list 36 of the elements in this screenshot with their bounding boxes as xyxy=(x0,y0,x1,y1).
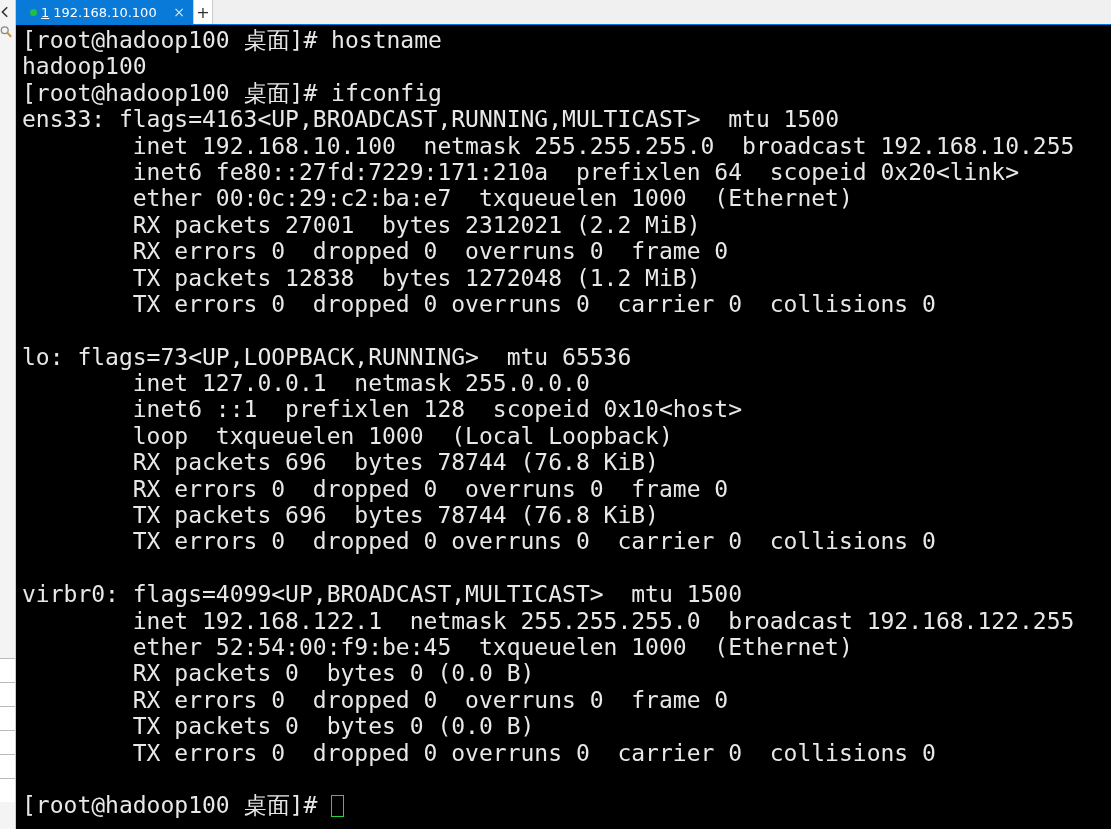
terminal-output-line: lo: flags=73<UP,LOOPBACK,RUNNING> mtu 65536 xyxy=(22,343,632,371)
tab-number: 1 xyxy=(41,4,50,20)
terminal-output-line: ether 00:0c:29:c2:ba:e7 txqueuelen 1000 (Ethernet) xyxy=(132,185,853,212)
terminal-output-line: loop txqueuelen 1000 (Local Loopback) xyxy=(132,422,673,450)
terminal-output-line: inet6 fe80::27fd:7229:171:210a prefixlen 64 scopeid 0x20<link> xyxy=(132,158,1019,186)
terminal-output-line: ether 52:54:00:f9:be:45 txqueuelen 1000 (Ethernet) xyxy=(132,634,853,661)
terminal-output-line: inet6 ::1 prefixlen 128 scopeid 0x10<host> xyxy=(132,396,743,423)
shell-prompt: [root@hadoop100 桌面]# xyxy=(22,79,318,107)
terminal-output-line: virbr0: flags=4099<UP,BROADCAST,MULTICAST> mtu 1500 xyxy=(22,581,743,608)
shell-command: ifconfig xyxy=(331,79,442,107)
close-button[interactable]: × xyxy=(173,4,185,20)
terminal-output-line: TX packets 0 bytes 0 (0.0 B) xyxy=(132,713,535,740)
terminal-output-line: TX errors 0 dropped 0 overruns 0 carrier 0 collisions 0 xyxy=(132,528,936,555)
chevron-icon[interactable] xyxy=(0,5,8,19)
terminal-output-line: TX errors 0 dropped 0 overruns 0 carrier 0 collisions 0 xyxy=(132,739,936,766)
terminal-output-line: hadoop100 xyxy=(22,53,147,80)
terminal-output-line: TX packets 696 bytes 78744 (76.8 KiB) xyxy=(132,502,659,529)
terminal-output-line: RX errors 0 dropped 0 overruns 0 frame 0 xyxy=(132,238,729,265)
terminal-output-line: RX errors 0 dropped 0 overruns 0 frame 0 xyxy=(132,686,729,714)
shell-prompt: [root@hadoop100 桌面]# xyxy=(22,27,318,54)
new-tab-button[interactable]: + xyxy=(193,0,213,24)
tab-title: 192.168.10.100 xyxy=(53,4,157,20)
terminal-output-line: inet 192.168.10.100 netmask 255.255.255.0 broadcast 192.168.10.255 xyxy=(132,132,1075,159)
shell-prompt: [root@hadoop100 桌面]# xyxy=(22,792,318,819)
terminal-output-line: ens33: flags=4163<UP,BROADCAST,RUNNING,MULTICAST> mtu 1500 xyxy=(22,106,839,133)
terminal-output-line: inet 127.0.0.1 netmask 255.0.0.0 xyxy=(132,370,590,397)
terminal-output-line: RX errors 0 dropped 0 overruns 0 frame 0 xyxy=(132,475,729,503)
terminal-output-line: TX packets 12838 bytes 1272048 (1.2 MiB) xyxy=(132,264,701,291)
terminal-output-line: RX packets 27001 bytes 2312021 (2.2 MiB) xyxy=(132,211,701,239)
terminal-output-line: inet 192.168.122.1 netmask 255.255.255.0 broadcast 192.168.122.255 xyxy=(132,607,1075,634)
terminal-output-line: RX packets 0 bytes 0 (0.0 B) xyxy=(132,660,535,687)
search-icon[interactable] xyxy=(0,25,12,38)
session-tab[interactable]: 1 192.168.10.100 × xyxy=(16,0,193,24)
shell-command: hostname xyxy=(331,27,442,54)
terminal-output-line: RX packets 696 bytes 78744 (76.8 KiB) xyxy=(132,449,659,476)
terminal-output-line: TX errors 0 dropped 0 overruns 0 carrier 0 collisions 0 xyxy=(132,290,936,318)
